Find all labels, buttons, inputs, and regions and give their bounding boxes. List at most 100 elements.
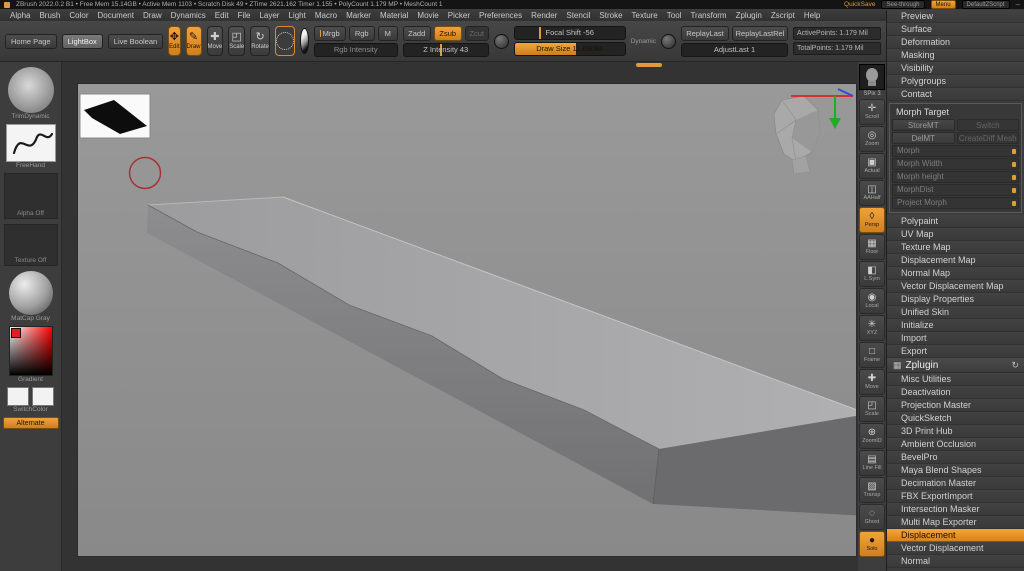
rgb-button[interactable]: Rgb — [348, 25, 375, 41]
zoom-3d-button[interactable]: ⊕ ZoomID — [859, 423, 885, 449]
menu-transform[interactable]: Transform — [686, 11, 730, 20]
subpalette-display-properties[interactable]: Display Properties — [887, 293, 1024, 306]
menu-zscript[interactable]: Zscript — [767, 11, 799, 20]
subpalette-texture-map[interactable]: Texture Map — [887, 241, 1024, 254]
menu-macro[interactable]: Macro — [311, 11, 341, 20]
stroke-knob-icon[interactable] — [661, 33, 676, 49]
alpha-slot[interactable]: Alpha Off — [3, 173, 58, 219]
subpalette-polygroups[interactable]: Polygroups — [887, 75, 1024, 88]
ghost-button[interactable]: ◌ Ghost — [859, 504, 885, 530]
menu-draw[interactable]: Draw — [139, 11, 166, 20]
menu-help[interactable]: Help — [800, 11, 824, 20]
secondary-color-swatch[interactable] — [32, 387, 54, 406]
zplugin-decimation-master[interactable]: Decimation Master — [887, 477, 1024, 490]
move-mode-button[interactable]: ✚ Move — [206, 26, 224, 56]
zcut-button[interactable]: Zcut — [464, 25, 489, 41]
menu-file[interactable]: File — [234, 11, 255, 20]
switch-color-control[interactable] — [7, 387, 54, 406]
menu-texture[interactable]: Texture — [628, 11, 662, 20]
zsub-button[interactable]: Zsub — [433, 25, 462, 41]
del-mt-button[interactable]: DelMT — [892, 132, 955, 144]
menu-dynamics[interactable]: Dynamics — [167, 11, 210, 20]
replay-last-button[interactable]: ReplayLast — [681, 25, 729, 41]
subpalette-contact[interactable]: Contact — [887, 88, 1024, 101]
scale-mode-button[interactable]: ◰ Scale — [228, 26, 246, 56]
main-color-swatch[interactable] — [7, 387, 29, 406]
live-boolean-button[interactable]: Live Boolean — [107, 33, 164, 49]
viewport-canvas[interactable] — [78, 84, 869, 556]
menu-alpha[interactable]: Alpha — [6, 11, 34, 20]
home-page-button[interactable]: Home Page — [5, 33, 57, 49]
menu-render[interactable]: Render — [527, 11, 561, 20]
tool-preview-thumbnail[interactable] — [859, 64, 885, 90]
menu-edit[interactable]: Edit — [211, 11, 233, 20]
menu-toggle-button[interactable]: Menu — [930, 0, 956, 9]
zplugin-fbx-exportimport[interactable]: FBX ExportImport — [887, 490, 1024, 503]
replay-last-rel-button[interactable]: ReplayLastRel — [732, 25, 788, 41]
menu-layer[interactable]: Layer — [255, 11, 283, 20]
m-button[interactable]: M — [377, 25, 398, 41]
zplugin-displacement[interactable]: Displacement — [887, 529, 1024, 542]
zplugin-normal[interactable]: Normal — [887, 555, 1024, 568]
quicksave-button[interactable]: QuickSave — [844, 1, 875, 8]
refresh-icon[interactable]: ↻ — [1011, 358, 1019, 373]
menu-material[interactable]: Material — [376, 11, 412, 20]
subpalette-surface[interactable]: Surface — [887, 23, 1024, 36]
see-through-slider[interactable]: See-through — [881, 0, 925, 9]
subpalette-visibility[interactable]: Visibility — [887, 62, 1024, 75]
focal-shift-knob-icon[interactable] — [493, 33, 509, 49]
rotate-mode-button[interactable]: ↻ Rotate — [250, 26, 270, 56]
store-mt-button[interactable]: StoreMT — [892, 119, 955, 131]
subpalette-initialize[interactable]: Initialize — [887, 319, 1024, 332]
menu-color[interactable]: Color — [65, 11, 92, 20]
zplugin-bevelpro[interactable]: BevelPro — [887, 451, 1024, 464]
default-zscript-button[interactable]: DefaultZScript — [961, 0, 1010, 9]
local-pivot-button[interactable]: ◉ Local — [859, 288, 885, 314]
floor-button[interactable]: ▦ Floor — [859, 234, 885, 260]
menu-tool[interactable]: Tool — [663, 11, 686, 20]
aahalf-button[interactable]: ◫ AAHalf — [859, 180, 885, 206]
menu-light[interactable]: Light — [284, 11, 309, 20]
zplugin-intersection-masker[interactable]: Intersection Masker — [887, 503, 1024, 516]
xyz-button[interactable]: ✳ XYZ — [859, 315, 885, 341]
zplugin-multi-map-exporter[interactable]: Multi Map Exporter — [887, 516, 1024, 529]
subpalette-preview[interactable]: Preview — [887, 10, 1024, 23]
spix-slider[interactable]: SPix 3 — [863, 91, 880, 97]
menu-picker[interactable]: Picker — [444, 11, 474, 20]
zadd-button[interactable]: Zadd — [402, 25, 431, 41]
solo-button[interactable]: ● Solo — [859, 531, 885, 557]
subpalette-masking[interactable]: Masking — [887, 49, 1024, 62]
menu-document[interactable]: Document — [94, 11, 138, 20]
draw-mode-button[interactable]: ✎ Draw — [185, 26, 202, 56]
mrgb-button[interactable]: Mrgb — [313, 25, 346, 41]
subpalette-vector-displacement-map[interactable]: Vector Displacement Map — [887, 280, 1024, 293]
menu-zplugin[interactable]: Zplugin — [732, 11, 766, 20]
zplugin-misc-utilities[interactable]: Misc Utilities — [887, 373, 1024, 386]
scale-3d-button[interactable]: ◰ Scale — [859, 396, 885, 422]
transp-button[interactable]: ▨ Transp — [859, 477, 885, 503]
lightbox-button[interactable]: LightBox — [61, 33, 103, 49]
color-picker[interactable] — [8, 326, 53, 376]
subpalette-export[interactable]: Export — [887, 345, 1024, 358]
focal-shift-slider[interactable]: Focal Shift -56 — [513, 26, 626, 40]
zplugin-3d-print-hub[interactable]: 3D Print Hub — [887, 425, 1024, 438]
menu-stroke[interactable]: Stroke — [595, 11, 626, 20]
dynamic-mode-label[interactable]: Dynamic — [631, 38, 656, 45]
zplugin-projection-master[interactable]: Projection Master — [887, 399, 1024, 412]
subpalette-normal-map[interactable]: Normal Map — [887, 267, 1024, 280]
zplugin-ambient-occlusion[interactable]: Ambient Occlusion — [887, 438, 1024, 451]
persp-button[interactable]: ◊ Persp — [859, 207, 885, 233]
current-brush-button[interactable] — [274, 26, 295, 56]
brush-thumbnail[interactable] — [7, 67, 54, 113]
texture-slot[interactable]: Texture Off — [3, 224, 58, 266]
zplugin-header[interactable]: ▦ Zplugin ↻ — [887, 358, 1024, 373]
menu-preferences[interactable]: Preferences — [475, 11, 526, 20]
material-thumbnail[interactable] — [8, 271, 53, 315]
zoom-button[interactable]: ◎ Zoom — [859, 126, 885, 152]
menu-marker[interactable]: Marker — [342, 11, 375, 20]
zplugin-deactivation[interactable]: Deactivation — [887, 386, 1024, 399]
draw-size-slider[interactable]: Draw Size 11.69084 — [513, 42, 626, 56]
subpalette-deformation[interactable]: Deformation — [887, 36, 1024, 49]
menu-brush[interactable]: Brush — [35, 11, 64, 20]
zplugin-maya-blend-shapes[interactable]: Maya Blend Shapes — [887, 464, 1024, 477]
